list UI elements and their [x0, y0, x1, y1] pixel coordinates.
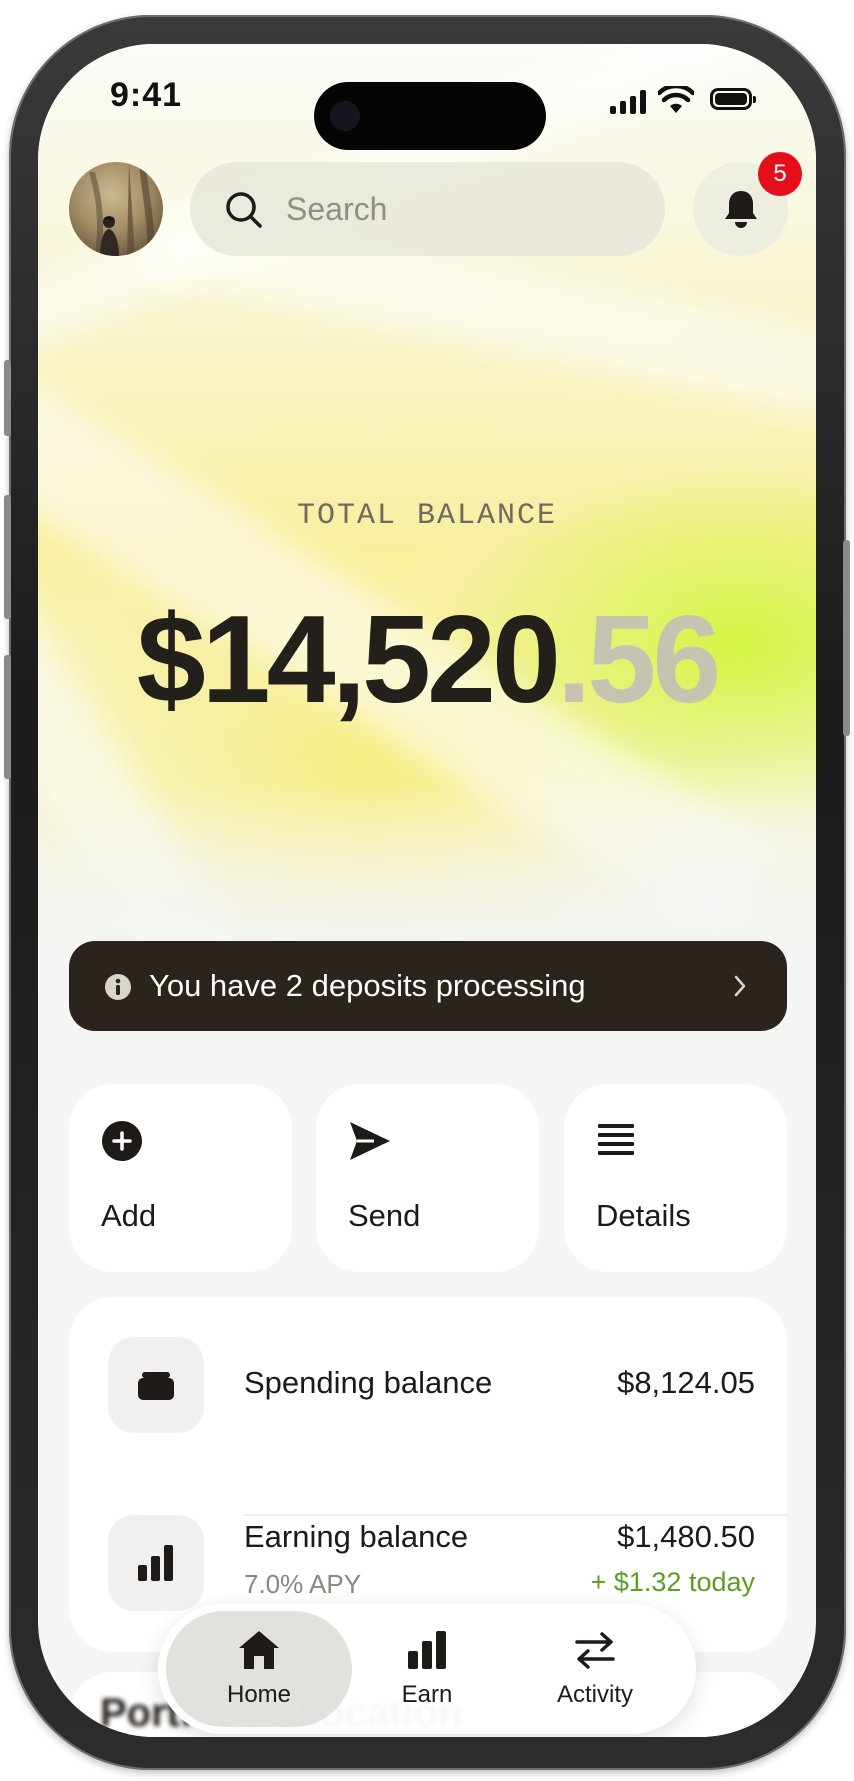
deposits-processing-banner[interactable]: You have 2 deposits processing — [69, 941, 787, 1031]
wifi-icon — [658, 86, 694, 113]
earning-balance-title: Earning balance — [244, 1519, 469, 1554]
home-icon — [239, 1631, 279, 1669]
search-input[interactable]: Search — [286, 191, 387, 228]
divider — [244, 1514, 787, 1516]
swap-arrows-icon — [575, 1632, 615, 1669]
earning-apy: 7.0% APY — [244, 1569, 362, 1599]
send-button[interactable]: Send — [316, 1084, 539, 1272]
total-balance-label: TOTAL BALANCE — [296, 499, 558, 533]
action-button — [4, 360, 11, 436]
details-label: Details — [596, 1198, 691, 1233]
chevron-right-icon — [734, 975, 746, 997]
bar-chart-icon — [408, 1631, 446, 1669]
tab-activity[interactable]: Activity — [502, 1611, 688, 1727]
wallet-icon — [138, 1372, 174, 1400]
tab-home[interactable]: Home — [166, 1611, 352, 1727]
plus-circle-icon — [102, 1121, 142, 1161]
search-bar[interactable]: Search — [190, 162, 665, 256]
details-button[interactable]: Details — [564, 1084, 787, 1272]
dynamic-island — [314, 82, 546, 150]
banner-text: You have 2 deposits processing — [149, 968, 586, 1003]
tab-activity-label: Activity — [556, 1681, 633, 1708]
volume-down-button — [4, 655, 11, 779]
total-balance-amount: $14,520.56 — [38, 589, 816, 731]
avatar-photo — [89, 162, 155, 256]
bell-icon — [725, 191, 757, 228]
send-label: Send — [348, 1198, 421, 1233]
add-label: Add — [101, 1198, 157, 1233]
search-icon — [226, 192, 262, 228]
tab-earn-label: Earn — [401, 1681, 453, 1708]
spending-balance-amount: $8,124.05 — [617, 1365, 755, 1400]
add-button[interactable]: Add — [69, 1084, 292, 1272]
balances-card: Spending balance $8,124.05 Earning balan… — [69, 1297, 787, 1652]
tab-bar: Home Earn Activity — [158, 1604, 696, 1734]
status-time: 9:41 — [110, 76, 183, 114]
wallet-icon-tile — [108, 1337, 204, 1433]
balance-cents: .56 — [556, 591, 721, 729]
volume-up-button — [4, 495, 11, 619]
earning-change: + $1.32 today — [590, 1567, 755, 1597]
power-button — [843, 540, 850, 736]
avatar[interactable] — [69, 162, 163, 256]
notification-badge: 5 — [758, 152, 802, 196]
status-bar: 9:41 — [38, 44, 816, 164]
tab-home-label: Home — [226, 1681, 292, 1708]
spending-balance-title: Spending balance — [244, 1365, 493, 1400]
balance-dollars: $14,520 — [136, 591, 561, 729]
screen: 9:41 Search 5 TOTAL BALANCE $14,520.56 Y… — [38, 44, 816, 1737]
battery-icon — [710, 88, 756, 110]
tab-earn[interactable]: Earn — [334, 1611, 520, 1727]
send-icon — [350, 1122, 390, 1160]
info-icon — [105, 974, 131, 1000]
list-icon — [598, 1124, 634, 1155]
chart-icon-tile — [108, 1515, 204, 1611]
earning-balance-amount: $1,480.50 — [617, 1519, 755, 1554]
cellular-signal-icon — [610, 90, 648, 114]
bar-chart-icon — [138, 1545, 173, 1581]
